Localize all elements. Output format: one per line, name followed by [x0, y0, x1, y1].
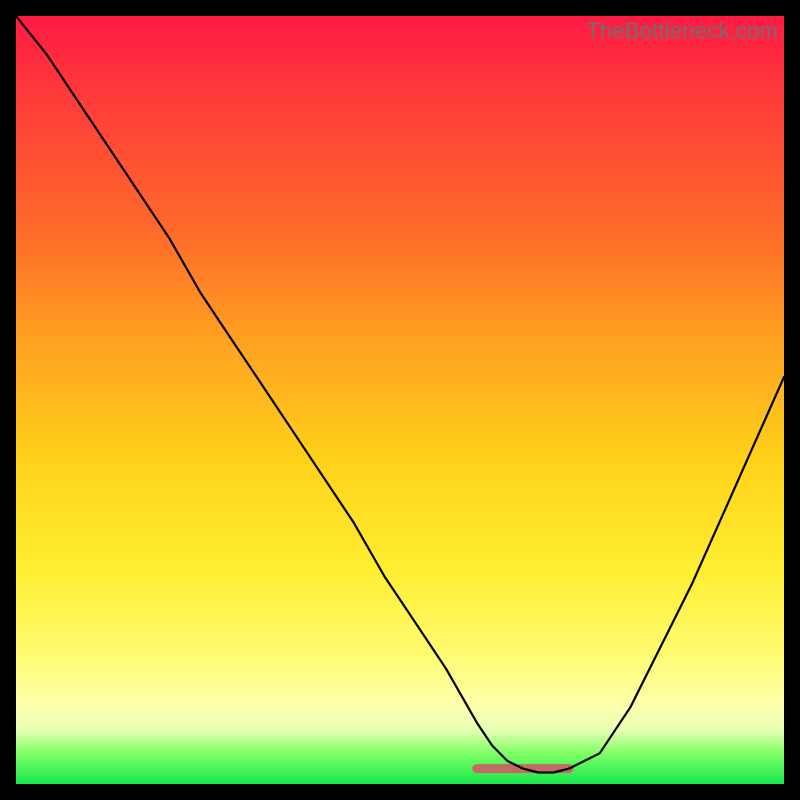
chart-plot-area: TheBottleneck.com	[16, 16, 784, 784]
chart-frame: TheBottleneck.com	[16, 16, 784, 784]
chart-line	[16, 16, 784, 773]
chart-svg	[16, 16, 784, 784]
